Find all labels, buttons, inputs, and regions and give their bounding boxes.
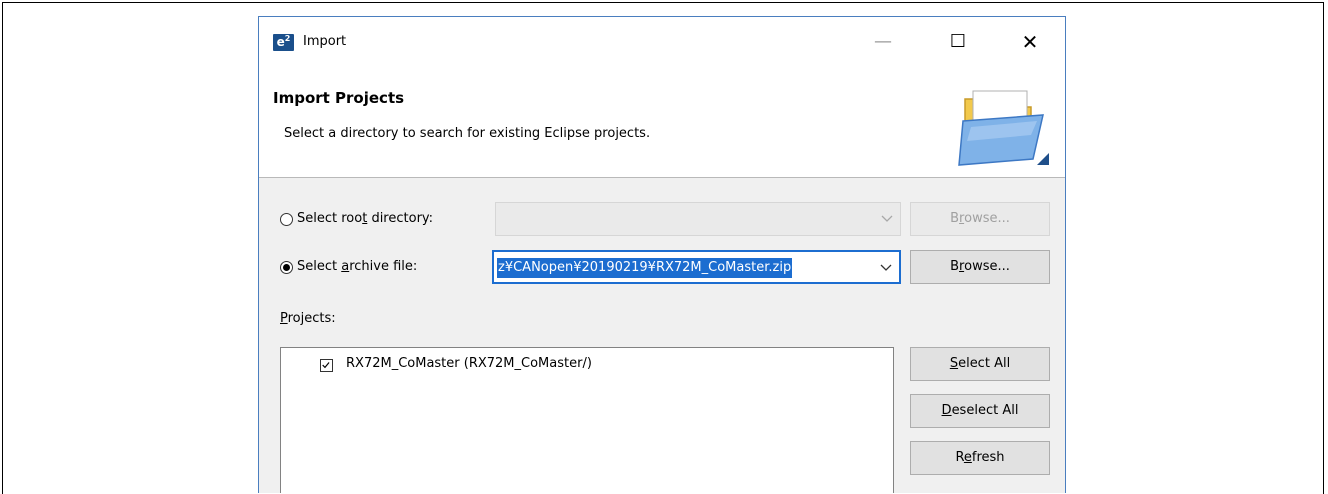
refresh-button[interactable]: Refresh xyxy=(910,441,1050,475)
deselect-all-button[interactable]: Deselect All xyxy=(910,394,1050,428)
window-title: Import xyxy=(303,34,347,49)
chevron-down-icon xyxy=(881,215,893,222)
close-button[interactable]: ✕ xyxy=(1007,27,1053,57)
e2-studio-app-icon: e2 xyxy=(273,34,294,51)
archive-file-browse-button[interactable]: Browse... xyxy=(910,250,1050,284)
archive-file-label: Select archive file: xyxy=(297,259,418,274)
root-directory-label: Select root directory: xyxy=(297,211,434,226)
chevron-down-icon[interactable] xyxy=(879,260,893,274)
projects-list[interactable]: RX72M_CoMaster (RX72M_CoMaster/) xyxy=(280,347,894,493)
page-title: Import Projects xyxy=(273,89,405,107)
select-all-button[interactable]: Select All xyxy=(910,347,1050,381)
wizard-banner xyxy=(259,57,1065,178)
import-dialog: e2 Import — ☐ ✕ Import Projects Select a… xyxy=(258,16,1066,493)
project-label: RX72M_CoMaster (RX72M_CoMaster/) xyxy=(346,356,592,371)
archive-file-combo[interactable]: z¥CANopen¥20190219¥RX72M_CoMaster.zip xyxy=(492,250,901,284)
maximize-button[interactable]: ☐ xyxy=(935,27,981,57)
folder-icon xyxy=(958,90,1049,166)
root-directory-combo[interactable] xyxy=(495,202,901,236)
checkmark-icon xyxy=(322,362,330,369)
minimize-button[interactable]: — xyxy=(860,27,906,57)
archive-file-path: z¥CANopen¥20190219¥RX72M_CoMaster.zip xyxy=(497,258,793,278)
title-bar[interactable]: e2 Import — ☐ ✕ xyxy=(259,17,1065,57)
root-directory-browse-button[interactable]: Browse... xyxy=(910,202,1050,236)
project-checkbox[interactable] xyxy=(320,359,333,372)
root-directory-radio[interactable] xyxy=(280,213,293,226)
archive-file-radio[interactable] xyxy=(280,261,293,274)
projects-label: Projects: xyxy=(280,311,336,326)
page-description: Select a directory to search for existin… xyxy=(284,126,651,141)
